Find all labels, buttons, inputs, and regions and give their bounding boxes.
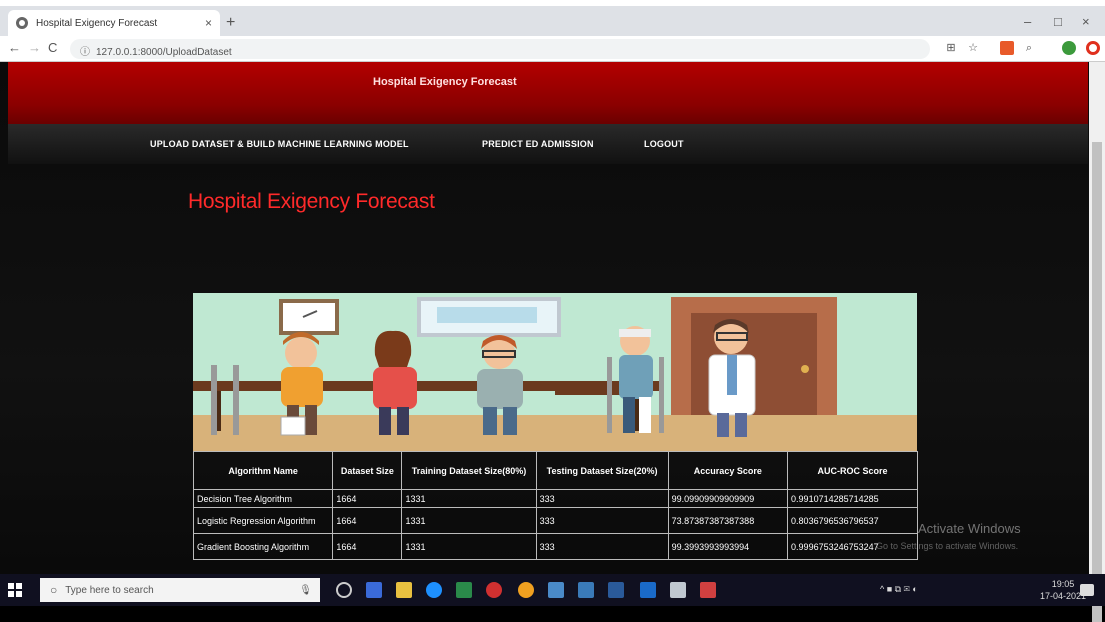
globe-icon xyxy=(16,17,28,29)
table-row: Gradient Boosting Algorithm 1664 1331 33… xyxy=(192,533,918,560)
cell-dataset-size: 1664 xyxy=(332,533,403,560)
url-text: 127.0.0.1:8000/UploadDataset xyxy=(96,47,232,58)
cell-auc-roc-score: 0.8036796536796537 xyxy=(787,507,918,534)
cell-testing-size: 333 xyxy=(535,489,669,508)
cell-accuracy-score: 99.09909909909909 xyxy=(667,489,789,508)
taskbar-search-box[interactable]: ○ Type here to search 🎙 xyxy=(40,578,320,602)
cell-accuracy-score: 99.3993993993994 xyxy=(667,533,789,560)
page-title: Hospital Exigency Forecast xyxy=(188,190,435,213)
activate-windows-title: Activate Windows xyxy=(918,521,1021,536)
cortana-icon[interactable] xyxy=(336,582,352,598)
search-icon: ○ xyxy=(50,583,58,597)
chrome-icon[interactable] xyxy=(518,582,534,598)
maximize-button[interactable]: □ xyxy=(1054,14,1062,29)
cell-training-size: 1331 xyxy=(401,533,537,560)
tray-time: 19:05 xyxy=(1051,579,1075,589)
tab-close-icon[interactable]: × xyxy=(205,16,212,30)
menu-logout[interactable]: LOGOUT xyxy=(644,139,684,149)
site-header: Hospital Exigency Forecast xyxy=(8,62,1088,124)
site-menu-bar: UPLOAD DATASET & BUILD MACHINE LEARNING … xyxy=(8,124,1088,164)
task-view-icon[interactable] xyxy=(366,582,382,598)
cell-algorithm-name: Logistic Regression Algorithm xyxy=(192,507,334,534)
cell-algorithm-name: Gradient Boosting Algorithm xyxy=(192,533,334,560)
file-explorer-icon[interactable] xyxy=(396,582,412,598)
table-row: Decision Tree Algorithm 1664 1331 333 99… xyxy=(192,489,918,508)
col-header-training-size: Training Dataset Size(80%) xyxy=(401,451,537,490)
store-icon[interactable] xyxy=(456,582,472,598)
windows-taskbar: ○ Type here to search 🎙 ^ ■ ⧉ ✉ ◐ 19:05 … xyxy=(0,574,1105,606)
site-header-title: Hospital Exigency Forecast xyxy=(373,76,517,88)
tab-title: Hospital Exigency Forecast xyxy=(36,17,158,29)
url-field[interactable]: ⓘ 127.0.0.1:8000/UploadDataset xyxy=(70,39,930,59)
cell-training-size: 1331 xyxy=(401,489,537,508)
cell-training-size: 1331 xyxy=(401,507,537,534)
app-icon-4[interactable] xyxy=(640,582,656,598)
edge-icon[interactable] xyxy=(426,582,442,598)
taskbar-search-placeholder: Type here to search xyxy=(65,584,154,596)
menu-predict-ed-admission[interactable]: PREDICT ED ADMISSION xyxy=(482,139,594,149)
extension-icon[interactable] xyxy=(1000,41,1014,55)
page-content: Hospital Exigency Forecast UPLOAD DATASE… xyxy=(0,62,1105,574)
forward-button[interactable]: → xyxy=(28,40,41,55)
app-icon-5[interactable] xyxy=(670,582,686,598)
back-button[interactable]: ← xyxy=(8,40,21,55)
col-header-dataset-size: Dataset Size xyxy=(332,451,403,490)
cell-dataset-size: 1664 xyxy=(332,507,403,534)
info-icon[interactable]: ⓘ xyxy=(80,47,90,58)
notification-icon[interactable] xyxy=(1080,584,1094,596)
opera-icon[interactable] xyxy=(1086,41,1100,55)
star-icon[interactable]: ☆ xyxy=(966,41,980,55)
cell-accuracy-score: 73.87387387387388 xyxy=(667,507,789,534)
translate-icon[interactable]: ⊞ xyxy=(944,41,958,55)
windows-start-icon[interactable] xyxy=(8,583,22,597)
col-header-auc-roc-score: AUC-ROC Score xyxy=(787,451,918,490)
new-tab-button[interactable]: + xyxy=(226,14,235,32)
results-table: Algorithm Name Dataset Size Training Dat… xyxy=(192,451,918,560)
minimize-button[interactable]: – xyxy=(1024,14,1031,29)
table-header-row: Algorithm Name Dataset Size Training Dat… xyxy=(192,451,918,490)
app-icon-2[interactable] xyxy=(578,582,594,598)
activate-windows-hint: Go to Settings to activate Windows. xyxy=(876,541,1019,551)
search-ext-icon[interactable]: ⌕ xyxy=(1022,41,1036,55)
app-icon-6[interactable] xyxy=(700,582,716,598)
col-header-testing-size: Testing Dataset Size(20%) xyxy=(535,451,669,490)
reload-button[interactable]: C xyxy=(48,40,57,55)
app-icon-3[interactable] xyxy=(608,582,624,598)
app-icon-1[interactable] xyxy=(548,582,564,598)
tray-icons[interactable]: ^ ■ ⧉ ✉ ◐ xyxy=(880,584,918,595)
cell-testing-size: 333 xyxy=(535,507,669,534)
browser-tab-bar: Hospital Exigency Forecast × + – □ × xyxy=(0,6,1105,36)
col-header-accuracy-score: Accuracy Score xyxy=(667,451,789,490)
waiting-room-illustration xyxy=(193,293,917,451)
waiting-room-drawing xyxy=(193,297,837,437)
page-scrollbar[interactable] xyxy=(1089,62,1105,622)
cell-auc-roc-score: 0.9910714285714285 xyxy=(787,489,918,508)
table-row: Logistic Regression Algorithm 1664 1331 … xyxy=(192,507,918,534)
cell-dataset-size: 1664 xyxy=(332,489,403,508)
cell-algorithm-name: Decision Tree Algorithm xyxy=(192,489,334,508)
scrollbar-thumb[interactable] xyxy=(1092,142,1102,622)
col-header-algorithm-name: Algorithm Name xyxy=(192,451,334,490)
menu-upload-dataset[interactable]: UPLOAD DATASET & BUILD MACHINE LEARNING … xyxy=(150,139,409,149)
cell-testing-size: 333 xyxy=(535,533,669,560)
browser-tab[interactable]: Hospital Exigency Forecast × xyxy=(8,10,220,36)
microphone-icon[interactable]: 🎙 xyxy=(299,585,312,596)
profile-icon[interactable] xyxy=(1062,41,1076,55)
address-bar-row: ← → C ⓘ 127.0.0.1:8000/UploadDataset ⊞ ☆ … xyxy=(0,36,1105,62)
opera-taskbar-icon[interactable] xyxy=(486,582,502,598)
close-window-button[interactable]: × xyxy=(1082,14,1090,29)
